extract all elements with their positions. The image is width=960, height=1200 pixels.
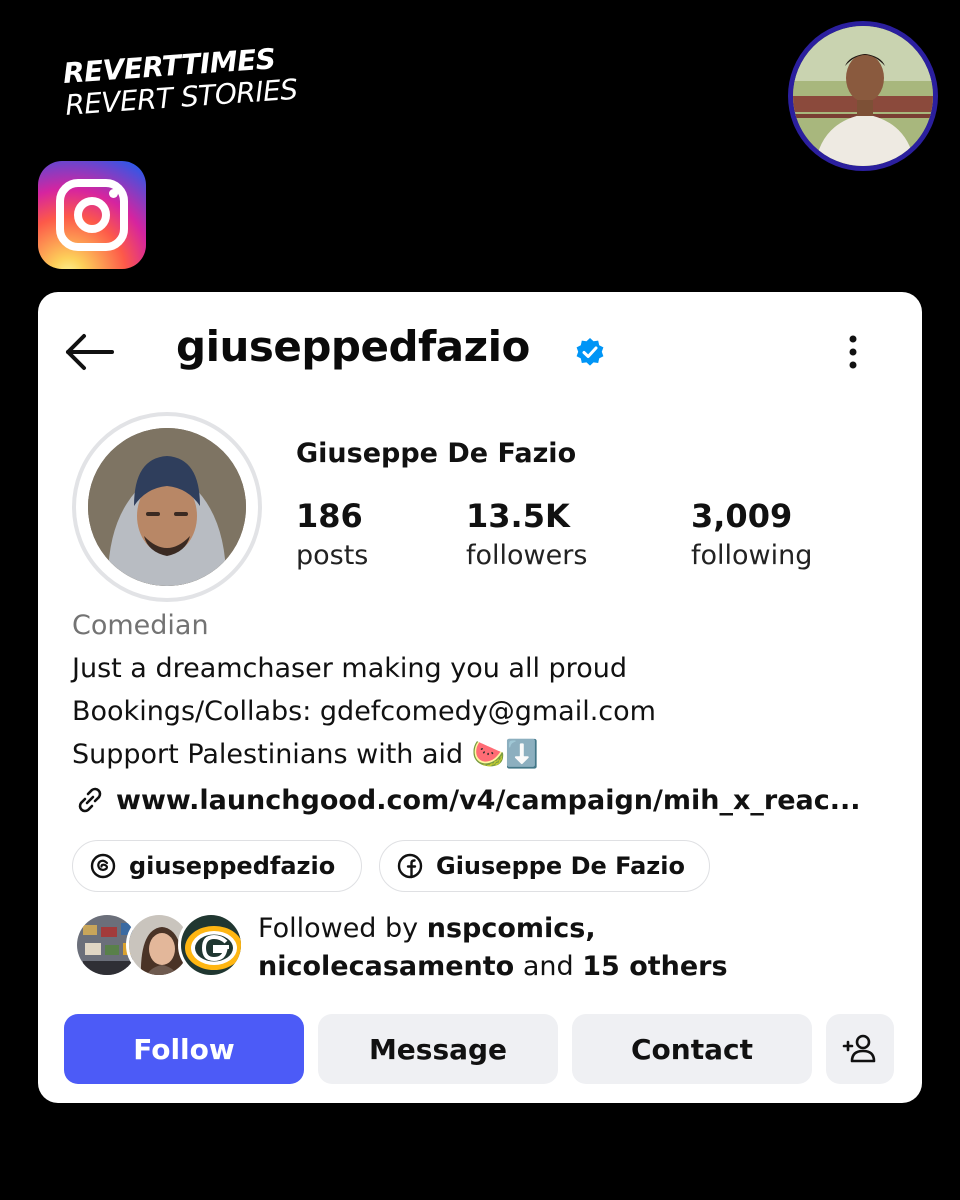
threads-handle: giuseppedfazio [129,852,336,880]
threads-chip[interactable]: giuseppedfazio [72,840,362,892]
profile-username: giuseppedfazio [176,322,530,371]
author-avatar [788,21,938,171]
profile-link-text[interactable]: www.launchgood.com/v4/campaign/mih_x_rea… [116,785,861,816]
bio-line: Support Palestinians with aid 🍉⬇️ [72,739,539,770]
message-button[interactable]: Message [318,1014,558,1084]
verified-badge-icon [574,337,606,369]
profile-link[interactable]: www.launchgood.com/v4/campaign/mih_x_rea… [72,782,861,818]
followed-by-text[interactable]: Followed by nspcomics, nicolecasamento a… [258,910,728,986]
threads-icon [90,853,116,879]
followed-by-joiner: and [514,951,583,982]
posts-label: posts [296,540,369,571]
profile-avatar[interactable] [72,412,262,602]
followed-by-others[interactable]: 15 others [582,951,727,982]
bio-line: Just a dreamchaser making you all proud [72,653,627,684]
following-stat[interactable]: 3,009 following [691,496,812,576]
arrow-left-icon[interactable] [64,332,116,372]
link-icon [78,787,102,813]
profile-card: giuseppedfazio Giuseppe De Fazio 186 pos… [38,292,922,1103]
followed-by-user[interactable]: nspcomics, [427,913,596,944]
followers-stat[interactable]: 13.5K followers [466,496,587,576]
followed-by-prefix: Followed by [258,913,427,944]
followers-label: followers [466,540,588,571]
bio-line: Bookings/Collabs: gdefcomedy@gmail.com [72,696,656,727]
facebook-chip[interactable]: Giuseppe De Fazio [379,840,710,892]
instagram-logo-icon [38,161,146,269]
following-label: following [691,540,813,571]
profile-bio: Comedian Just a dreamchaser making you a… [72,604,656,776]
facebook-name: Giuseppe De Fazio [436,852,685,880]
mutual-followers-avatars[interactable] [74,912,244,982]
more-vertical-icon[interactable] [842,332,864,372]
contact-button[interactable]: Contact [572,1014,812,1084]
posts-count: 186 [296,497,363,535]
facebook-icon [397,853,423,879]
posts-stat[interactable]: 186 posts [296,496,368,576]
brand-logo: REVERTTIMES REVERT STORIES [62,42,299,122]
followers-count: 13.5K [466,497,570,535]
follow-button[interactable]: Follow [64,1014,304,1084]
mutual-follower-avatar [178,912,244,978]
profile-category: Comedian [72,610,209,641]
profile-display-name: Giuseppe De Fazio [296,438,577,469]
add-person-icon [842,1034,876,1063]
suggested-people-button[interactable] [826,1014,894,1084]
followed-by-user[interactable]: nicolecasamento [258,951,514,982]
following-count: 3,009 [691,497,793,535]
